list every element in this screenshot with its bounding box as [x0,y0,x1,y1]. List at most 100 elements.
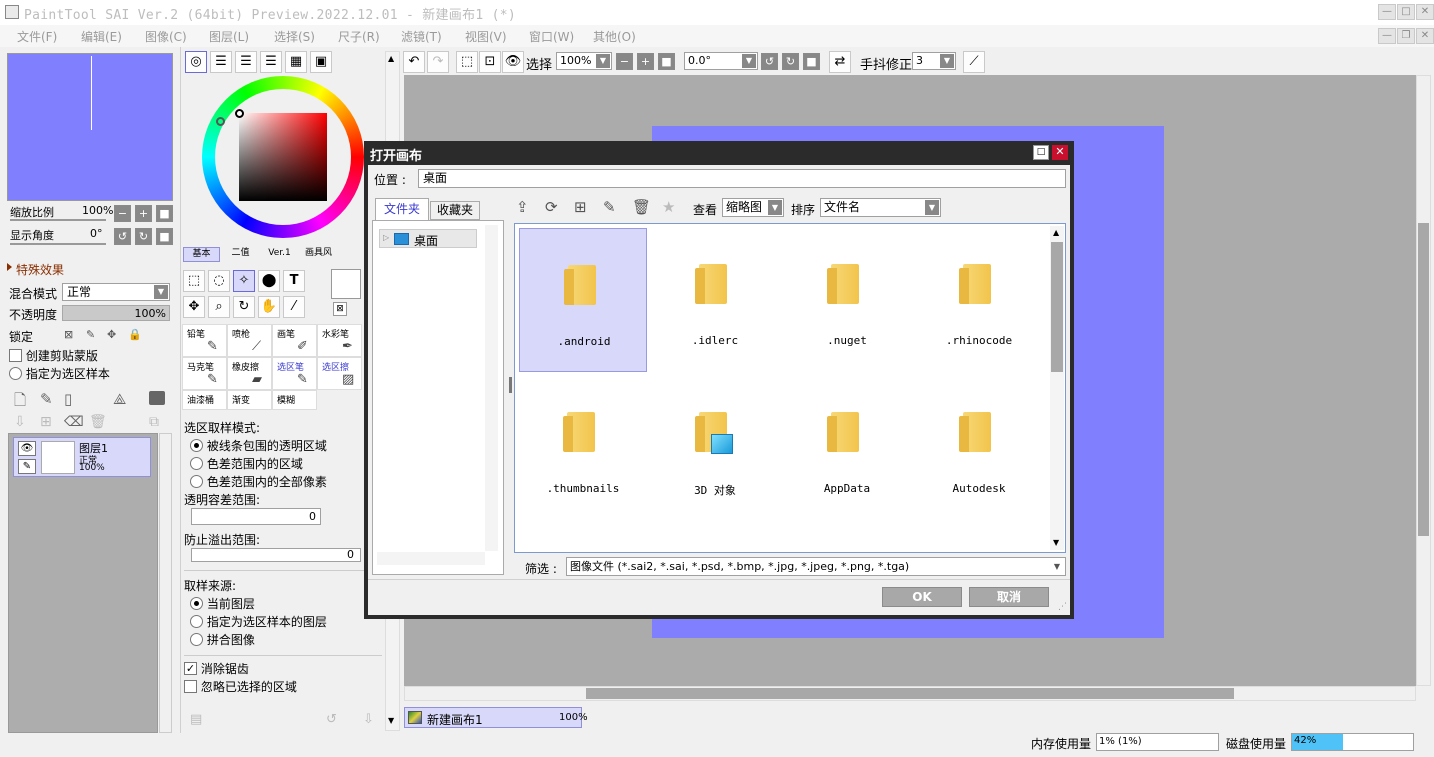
canvas-zoom-in-button[interactable]: + [637,53,654,70]
ignore-checkbox[interactable] [184,680,197,693]
file-item[interactable]: Autodesk [915,376,1043,520]
clear-layer-icon[interactable]: ⌫ [64,414,84,430]
color-tab-binary[interactable]: 二值 [222,247,259,262]
canvas-rotate-right-button[interactable]: ↻ [782,53,799,70]
redo-icon[interactable]: ↷ [427,51,449,73]
location-input[interactable]: 桌面 [418,169,1066,188]
eye-icon[interactable]: 👁 [18,441,36,456]
rect-select-icon[interactable]: ⬚ [183,270,205,292]
doc-restore-button[interactable]: ❐ [1397,28,1415,44]
cancel-button[interactable]: 取消 [969,587,1049,607]
new-folder-icon[interactable]: ▯ [64,390,72,408]
file-item[interactable]: .rhinocode [915,228,1043,372]
menu-filter[interactable]: 滤镜(T) [401,28,442,45]
zoom-in-button[interactable]: + [135,205,152,222]
mode-radio-all-pixels[interactable] [190,475,203,488]
brush-settings-icon[interactable]: ▤ [190,712,202,727]
reset-tool-icon[interactable]: ↺ [326,712,337,727]
lock-paint-icon[interactable]: ✎ [86,328,95,341]
source-option-row[interactable]: 拼合图像 [184,631,382,649]
menu-select[interactable]: 选择(S) [274,28,315,45]
transparent-color-swatch[interactable]: ⊠ [333,302,347,316]
brush-slot[interactable]: 水彩笔 ✒ [317,324,362,357]
filter-select[interactable]: 图像文件 (*.sai2, *.sai, *.psd, *.bmp, *.jpg… [566,557,1066,576]
layer-scrollbar[interactable] [159,433,172,733]
zoom-icon[interactable]: ⌕ [208,296,230,318]
angle-select[interactable]: 0.0° ▼ [684,52,758,70]
mode-option-row[interactable]: 色差范围内的区域 [184,455,382,473]
menu-ruler[interactable]: 尺子(R) [338,28,380,45]
dialog-close-button[interactable]: ✕ [1052,145,1068,160]
pencil-icon[interactable]: ✎ [18,459,36,474]
zoom-slider[interactable] [10,219,106,221]
deselect-icon[interactable]: ⬚ [456,51,478,73]
canvas-rotate-left-button[interactable]: ↺ [761,53,778,70]
brush-slot[interactable]: 铅笔 ✎ [182,324,227,357]
doc-close-button[interactable]: ✕ [1416,28,1434,44]
undo-icon[interactable]: ↶ [403,51,425,73]
brush-slot[interactable]: 渐变 [227,390,272,410]
tab-favorites[interactable]: 收藏夹 [430,201,480,220]
color-wheel-tab[interactable]: ◎ [185,51,207,73]
hue-handle[interactable] [216,117,225,126]
document-tab[interactable]: 新建画布1 100% [404,707,588,728]
brush-slot[interactable]: 模糊 [272,390,317,410]
source-radio-merged[interactable] [190,633,203,646]
color-tab-ver1[interactable]: Ver.1 [261,247,298,262]
line-tool-icon[interactable]: ⟋ [963,51,985,73]
delete-icon[interactable]: 🗑 [632,198,651,216]
canvas-zoom-reset-button[interactable]: ■ [658,53,675,70]
view-select[interactable]: 缩略图 ▼ [722,198,784,217]
select-src-row[interactable]: 指定为选区样本 [9,365,110,382]
up-folder-icon[interactable]: ⇪ [516,198,529,216]
expand-arrow-icon[interactable]: ▷ [383,233,389,242]
zoom-reset-button[interactable]: ■ [156,205,173,222]
antialias-row[interactable]: ✓ 消除锯齿 [184,660,382,678]
menu-window[interactable]: 窗口(W) [529,28,574,45]
layer-mask-icon[interactable]: ⟁ [113,390,126,408]
tree-item-desktop[interactable]: ▷ 桌面 [379,229,477,248]
mixer-tab[interactable]: ☰ [260,51,282,73]
navigator-preview[interactable] [7,53,173,201]
brush-slot[interactable]: 油漆桶 [182,390,227,410]
canvas-zoom-out-button[interactable]: − [616,53,633,70]
rgb-slider-tab[interactable]: ☰ [210,51,232,73]
move-icon[interactable]: ✥ [183,296,205,318]
eyedropper-icon[interactable]: ⁄ [283,296,305,318]
show-selection-icon[interactable]: 👁 [502,51,524,73]
select-src-radio[interactable] [9,367,22,380]
scroll-up-icon[interactable]: ▲ [1053,228,1059,237]
brush-slot[interactable]: 喷枪 ⟋ [227,324,272,357]
rotate-icon[interactable]: ↻ [233,296,255,318]
maximize-button[interactable]: □ [1397,4,1415,20]
source-radio-current[interactable] [190,597,203,610]
angle-slider[interactable] [10,243,106,245]
dialog-maximize-button[interactable]: □ [1033,145,1049,160]
new-folder-icon[interactable]: ⊞ [574,198,587,216]
shape-icon[interactable]: ⬤ [258,270,280,292]
pane-splitter[interactable] [509,377,512,393]
stabilizer-select[interactable]: 3 ▼ [912,52,956,70]
sort-select[interactable]: 文件名 ▼ [820,198,941,217]
clip-checkbox-row[interactable]: 创建剪贴蒙版 [9,347,98,364]
file-item[interactable]: 3D 对象 [651,376,779,520]
primary-color-swatch[interactable] [331,269,361,299]
scratchpad-tab[interactable]: ▣ [310,51,332,73]
new-vector-layer-icon[interactable]: ✎ [40,390,53,408]
transfer-down-icon[interactable]: ⇩ [14,414,26,430]
canvas-rotate-reset-button[interactable]: ■ [803,53,820,70]
h-scroll-thumb[interactable] [586,688,1234,699]
flip-horizontal-icon[interactable]: ⇄ [829,51,851,73]
file-item[interactable]: .thumbnails [519,376,647,520]
menu-file[interactable]: 文件(F) [17,28,57,45]
scroll-up-icon[interactable]: ▲ [388,54,394,63]
tolerance-input[interactable]: 0 [191,508,321,525]
magic-wand-icon[interactable]: ✧ [233,270,255,292]
brush-slot[interactable]: 橡皮擦 ▰ [227,357,272,390]
layer-row[interactable]: 👁 ✎ 图层1 正常 100% [13,437,151,477]
v-scroll-thumb[interactable] [1418,223,1429,536]
hand-icon[interactable]: ✋ [258,296,280,318]
source-radio-sample[interactable] [190,615,203,628]
brush-slot[interactable]: 画笔 ✐ [272,324,317,357]
brush-slot[interactable]: 选区擦 ▨ [317,357,362,390]
